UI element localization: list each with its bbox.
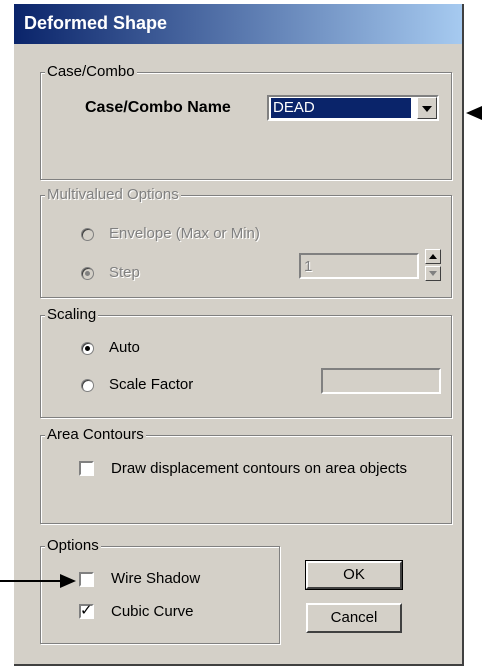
cancel-button-label: Cancel bbox=[330, 609, 378, 626]
case-combo-select[interactable]: DEAD bbox=[267, 95, 439, 121]
wire-shadow-checkbox[interactable] bbox=[79, 572, 94, 587]
scaling-group: Scaling Auto Scale Factor bbox=[40, 306, 452, 418]
ok-button[interactable]: OK bbox=[305, 560, 403, 590]
envelope-radio[interactable] bbox=[81, 228, 94, 241]
chevron-down-icon bbox=[422, 106, 432, 112]
case-combo-name-label: Case/Combo Name bbox=[85, 99, 231, 116]
case-combo-dropdown-button[interactable] bbox=[417, 97, 437, 119]
cubic-curve-label: Cubic Curve bbox=[111, 603, 194, 620]
case-combo-legend: Case/Combo bbox=[45, 63, 137, 80]
step-input-value: 1 bbox=[304, 258, 313, 275]
cancel-button[interactable]: Cancel bbox=[306, 603, 402, 633]
step-spin-down-button[interactable] bbox=[425, 266, 441, 281]
scale-factor-label: Scale Factor bbox=[109, 376, 194, 393]
deformed-shape-dialog: Deformed Shape Case/Combo Case/Combo Nam… bbox=[14, 4, 464, 666]
scale-factor-input[interactable] bbox=[321, 368, 441, 394]
cubic-curve-checkbox[interactable]: ✓ bbox=[79, 602, 94, 619]
multivalued-options-group: Multivalued Options Envelope (Max or Min… bbox=[40, 186, 452, 298]
options-group: Options Wire Shadow ✓ Cubic Curve bbox=[40, 537, 280, 644]
arrow-up-icon bbox=[429, 254, 437, 259]
arrow-down-icon bbox=[429, 271, 437, 276]
radio-dot-icon bbox=[85, 346, 90, 351]
window-title: Deformed Shape bbox=[24, 13, 168, 33]
step-input[interactable]: 1 bbox=[299, 253, 419, 279]
annotation-arrow-wire-shadow bbox=[60, 574, 76, 588]
options-legend: Options bbox=[45, 537, 101, 554]
draw-contours-checkbox[interactable] bbox=[79, 461, 94, 476]
auto-label: Auto bbox=[109, 339, 140, 356]
step-spin-up-button[interactable] bbox=[425, 249, 441, 264]
wire-shadow-label: Wire Shadow bbox=[111, 570, 201, 587]
scale-factor-radio[interactable] bbox=[81, 379, 94, 392]
draw-contours-label: Draw displacement contours on area objec… bbox=[111, 460, 407, 477]
envelope-label: Envelope (Max or Min) bbox=[109, 225, 260, 242]
auto-radio[interactable] bbox=[81, 342, 94, 355]
case-combo-selected-value: DEAD bbox=[271, 98, 411, 118]
area-contours-group: Area Contours Draw displacement contours… bbox=[40, 426, 452, 524]
step-label: Step bbox=[109, 264, 140, 281]
case-combo-group: Case/Combo Case/Combo Name DEAD bbox=[40, 63, 452, 180]
annotation-arrow-combo bbox=[466, 106, 482, 120]
scaling-legend: Scaling bbox=[45, 306, 99, 323]
annotation-line-wire-shadow bbox=[0, 580, 62, 582]
checkmark-icon: ✓ bbox=[80, 602, 93, 619]
radio-dot-icon bbox=[85, 271, 90, 276]
step-radio[interactable] bbox=[81, 267, 94, 280]
area-contours-legend: Area Contours bbox=[45, 426, 146, 443]
ok-button-label: OK bbox=[343, 566, 365, 583]
title-bar[interactable]: Deformed Shape bbox=[14, 4, 462, 44]
multivalued-options-legend: Multivalued Options bbox=[45, 186, 181, 203]
